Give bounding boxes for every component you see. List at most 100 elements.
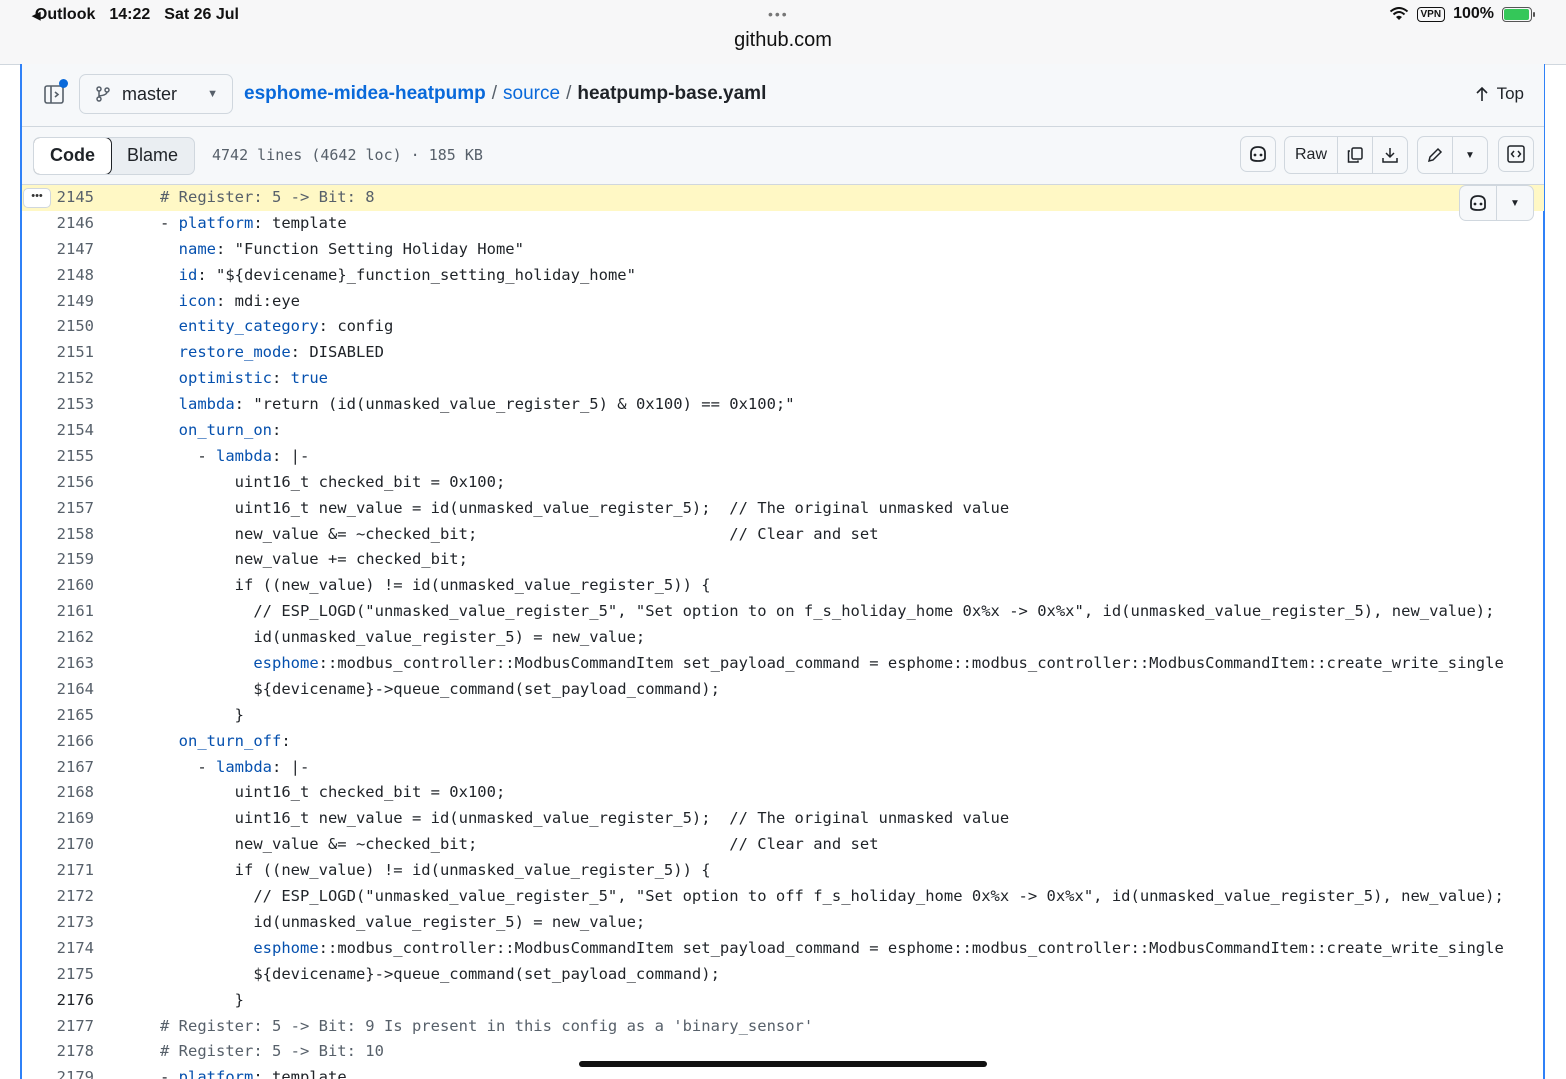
symbols-panel-button[interactable] <box>1498 136 1534 172</box>
code-line: 2155 - lambda: |- <box>22 444 1544 470</box>
copilot-button[interactable] <box>1240 136 1276 172</box>
code-text: name: "Function Setting Holiday Home" <box>178 239 524 258</box>
code-line: 2147 name: "Function Setting Holiday Hom… <box>22 237 1544 263</box>
code-line: 2163 esphome::modbus_controller::ModbusC… <box>22 651 1544 677</box>
sidebar-toggle-icon[interactable] <box>42 79 68 106</box>
back-to-app-link[interactable]: ◀ Outlook <box>32 6 95 24</box>
line-number[interactable]: 2164 <box>22 677 94 703</box>
line-number[interactable]: 2157 <box>22 496 94 522</box>
code-text: // ESP_LOGD("unmasked_value_register_5",… <box>160 887 1504 906</box>
edit-dropdown-button[interactable]: ▼ <box>1452 137 1487 173</box>
tab-blame[interactable]: Blame <box>111 138 194 174</box>
status-date: Sat 26 Jul <box>164 6 239 23</box>
line-number[interactable]: 2170 <box>22 832 94 858</box>
code-line: 2153 lambda: "return (id(unmasked_value_… <box>22 392 1544 418</box>
line-number[interactable]: 2151 <box>22 340 94 366</box>
code-line: 2177 # Register: 5 -> Bit: 9 Is present i… <box>22 1014 1544 1040</box>
line-number[interactable]: 2178 <box>22 1039 94 1065</box>
line-number[interactable]: 2168 <box>22 780 94 806</box>
vpn-badge: VPN <box>1416 6 1446 22</box>
copilot-icon <box>1250 146 1266 162</box>
line-number[interactable]: 2161 <box>22 599 94 625</box>
code-line: 2160 if ((new_value) != id(unmasked_valu… <box>22 573 1544 599</box>
code-line: 2159 new_value += checked_bit; <box>22 547 1544 573</box>
home-indicator[interactable] <box>579 1061 987 1067</box>
line-number[interactable]: 2174 <box>22 936 94 962</box>
line-number[interactable]: 2177 <box>22 1014 94 1040</box>
code-line: 2167 - lambda: |- <box>22 755 1544 781</box>
file-toolbar: Code Blame 4742 lines (4642 loc) · 185 K… <box>22 127 1544 185</box>
line-number[interactable]: 2153 <box>22 392 94 418</box>
breadcrumb-separator: / <box>491 83 498 104</box>
code-line: 2152 optimistic: true <box>22 366 1544 392</box>
line-number[interactable]: 2158 <box>22 522 94 548</box>
line-number[interactable]: 2173 <box>22 910 94 936</box>
line-number[interactable]: 2155 <box>22 444 94 470</box>
line-number[interactable]: 2171 <box>22 858 94 884</box>
code-line: 2156 uint16_t checked_bit = 0x100; <box>22 470 1544 496</box>
code-line: 2145 # Register: 5 -> Bit: 8 <box>22 185 1544 211</box>
line-number[interactable]: 2172 <box>22 884 94 910</box>
more-dots-icon[interactable]: ••• <box>768 6 789 22</box>
line-number[interactable]: 2166 <box>22 729 94 755</box>
line-number[interactable]: 2159 <box>22 547 94 573</box>
file-header: master ▼ esphome-midea-heatpump / source… <box>22 64 1544 127</box>
code-view[interactable]: 2145 # Register: 5 -> Bit: 8 2146 - platfor… <box>22 185 1544 1079</box>
arrow-up-icon <box>1476 86 1488 101</box>
breadcrumb-folder-link[interactable]: source <box>503 83 560 105</box>
breadcrumb-repo-link[interactable]: esphome-midea-heatpump <box>244 83 486 105</box>
code-text: - platform: template <box>160 213 347 232</box>
line-number[interactable]: 2175 <box>22 962 94 988</box>
line-number[interactable]: 2160 <box>22 573 94 599</box>
branch-name: master <box>122 83 178 104</box>
line-number[interactable]: 2176 <box>22 988 94 1014</box>
line-number[interactable]: 2149 <box>22 289 94 315</box>
code-line: 2151 restore_mode: DISABLED <box>22 340 1544 366</box>
code-line: 2150 entity_category: config <box>22 314 1544 340</box>
line-number[interactable]: 2169 <box>22 806 94 832</box>
file-actions-group: Raw <box>1284 136 1408 174</box>
line-number[interactable]: 2179 <box>22 1065 94 1079</box>
line-options-icon[interactable]: ••• <box>23 188 51 208</box>
tab-code[interactable]: Code <box>34 138 112 174</box>
code-text: } <box>160 990 244 1009</box>
edit-actions-group: ▼ <box>1417 136 1488 174</box>
code-text: esphome::modbus_controller::ModbusComman… <box>253 938 1504 957</box>
caret-down-icon[interactable]: ▼ <box>1496 186 1533 220</box>
code-line: 2166 on_turn_off: <box>22 729 1544 755</box>
line-number[interactable]: 2165 <box>22 703 94 729</box>
line-number[interactable]: 2156 <box>22 470 94 496</box>
line-number[interactable]: 2148 <box>22 263 94 289</box>
code-text: } <box>160 705 244 724</box>
code-line: 2158 new_value &= ~checked_bit; // Clear… <box>22 522 1544 548</box>
code-text: # Register: 5 -> Bit: 8 <box>160 188 375 206</box>
code-line: 2162 id(unmasked_value_register_5) = new… <box>22 625 1544 651</box>
line-number[interactable]: 2154 <box>22 418 94 444</box>
raw-button[interactable]: Raw <box>1285 137 1337 173</box>
copilot-icon[interactable] <box>1460 186 1496 220</box>
line-number[interactable]: 2150 <box>22 314 94 340</box>
branch-selector[interactable]: master ▼ <box>79 74 233 114</box>
code-line: 2168 uint16_t checked_bit = 0x100; <box>22 780 1544 806</box>
line-number[interactable]: 2163 <box>22 651 94 677</box>
download-button[interactable] <box>1372 137 1407 173</box>
top-button[interactable]: Top <box>1475 84 1524 104</box>
copy-raw-button[interactable] <box>1337 137 1372 173</box>
line-number[interactable]: 2162 <box>22 625 94 651</box>
code-text: - lambda: |- <box>160 446 310 465</box>
edit-button[interactable] <box>1418 137 1452 173</box>
code-text: - platform: template <box>160 1068 347 1079</box>
code-line: 2154 on_turn_on: <box>22 418 1544 444</box>
url-bar[interactable]: github.com <box>0 29 1566 52</box>
back-app-label: Outlook <box>34 6 96 23</box>
line-number[interactable]: 2152 <box>22 366 94 392</box>
code-text: # Register: 5 -> Bit: 10 <box>160 1042 384 1061</box>
code-text: restore_mode: DISABLED <box>178 343 384 362</box>
line-number[interactable]: 2147 <box>22 237 94 263</box>
line-number[interactable]: 2167 <box>22 755 94 781</box>
code-text: uint16_t new_value = id(unmasked_value_r… <box>160 498 1010 517</box>
code-text: id(unmasked_value_register_5) = new_valu… <box>160 912 646 931</box>
download-icon <box>1382 148 1398 163</box>
code-text: optimistic: true <box>178 369 328 388</box>
line-number[interactable]: 2146 <box>22 211 94 237</box>
